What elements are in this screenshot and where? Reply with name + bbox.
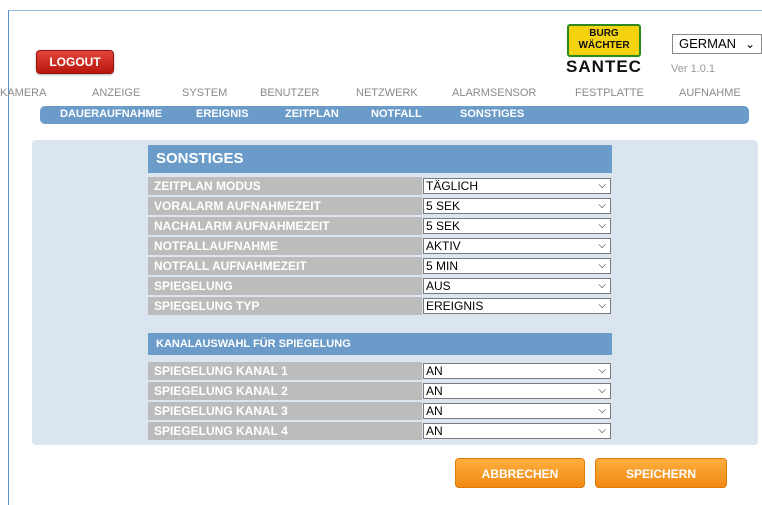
select-value: 5 SEK xyxy=(426,219,461,233)
kanal-1-select[interactable]: AN ⌵ xyxy=(423,363,611,379)
setting-row: SPIEGELUNG KANAL 1 AN ⌵ xyxy=(148,362,612,380)
chevron-down-icon: ⌵ xyxy=(598,365,606,376)
logo-top-text: BURG xyxy=(589,28,619,39)
section-title-kanalauswahl: KANALAUSWAHL FÜR SPIEGELUNG xyxy=(148,333,612,355)
setting-row: ZEITPLAN MODUS TÄGLICH ⌵ xyxy=(148,177,612,195)
nav-item-benutzer[interactable]: BENUTZER xyxy=(260,87,319,99)
setting-row: VORALARM AUFNAHMEZEIT 5 SEK ⌵ xyxy=(148,197,612,215)
kanal-2-select[interactable]: AN ⌵ xyxy=(423,383,611,399)
save-button[interactable]: SPEICHERN xyxy=(595,458,727,488)
setting-label: SPIEGELUNG KANAL 1 xyxy=(148,362,422,380)
select-value: AN xyxy=(426,404,443,418)
setting-label: SPIEGELUNG KANAL 2 xyxy=(148,382,422,400)
logo-middle-text: WÄCHTER xyxy=(578,40,630,51)
subnav-item-zeitplan[interactable]: ZEITPLAN xyxy=(285,108,339,120)
logo-badge: BURG WÄCHTER xyxy=(567,24,641,57)
setting-label: NOTFALLAUFNAHME xyxy=(148,237,422,255)
notfall-aufnahmezeit-select[interactable]: 5 MIN ⌵ xyxy=(423,258,611,274)
logo-bottom-text: SANTEC xyxy=(566,57,642,76)
setting-row: NOTFALL AUFNAHMEZEIT 5 MIN ⌵ xyxy=(148,257,612,275)
select-value: AN xyxy=(426,364,443,378)
setting-label: NACHALARM AUFNAHMEZEIT xyxy=(148,217,422,235)
section-title-sonstiges: SONSTIGES xyxy=(148,145,612,173)
nav-item-festplatte[interactable]: FESTPLATTE xyxy=(575,87,644,99)
sub-nav: DAUERAUFNAHME EREIGNIS ZEITPLAN NOTFALL … xyxy=(40,106,749,124)
nav-item-alarmsensor[interactable]: ALARMSENSOR xyxy=(452,87,536,99)
version-label: Ver 1.0.1 xyxy=(671,63,716,75)
setting-row: SPIEGELUNG TYP EREIGNIS ⌵ xyxy=(148,297,612,315)
chevron-down-icon: ⌵ xyxy=(598,240,606,251)
setting-label: SPIEGELUNG KANAL 4 xyxy=(148,422,422,440)
setting-label: SPIEGELUNG TYP xyxy=(148,297,422,315)
chevron-down-icon: ⌵ xyxy=(598,200,606,211)
setting-row: NACHALARM AUFNAHMEZEIT 5 SEK ⌵ xyxy=(148,217,612,235)
nav-item-netzwerk[interactable]: NETZWERK xyxy=(356,87,418,99)
setting-label: NOTFALL AUFNAHMEZEIT xyxy=(148,257,422,275)
select-value: AN xyxy=(426,384,443,398)
chevron-down-icon: ⌵ xyxy=(598,385,606,396)
kanal-3-select[interactable]: AN ⌵ xyxy=(423,403,611,419)
setting-row: SPIEGELUNG KANAL 4 AN ⌵ xyxy=(148,422,612,440)
cancel-button[interactable]: ABBRECHEN xyxy=(455,458,585,488)
setting-label: ZEITPLAN MODUS xyxy=(148,177,422,195)
chevron-down-icon: ⌵ xyxy=(598,405,606,416)
chevron-down-icon: ⌵ xyxy=(598,425,606,436)
frame-border-left xyxy=(8,10,9,505)
nachalarm-select[interactable]: 5 SEK ⌵ xyxy=(423,218,611,234)
subnav-item-daueraufnahme[interactable]: DAUERAUFNAHME xyxy=(60,108,162,120)
setting-label: SPIEGELUNG xyxy=(148,277,422,295)
spiegelung-typ-select[interactable]: EREIGNIS ⌵ xyxy=(423,298,611,314)
subnav-item-ereignis[interactable]: EREIGNIS xyxy=(196,108,249,120)
select-value: 5 MIN xyxy=(426,259,459,273)
zeitplan-modus-select[interactable]: TÄGLICH ⌵ xyxy=(423,178,611,194)
kanal-4-select[interactable]: AN ⌵ xyxy=(423,423,611,439)
language-select[interactable]: GERMAN ⌄ xyxy=(672,34,762,54)
select-value: TÄGLICH xyxy=(426,179,479,193)
select-value: AN xyxy=(426,424,443,438)
voralarm-select[interactable]: 5 SEK ⌵ xyxy=(423,198,611,214)
main-nav: KAMERA ANZEIGE SYSTEM BENUTZER NETZWERK … xyxy=(0,87,762,101)
nav-item-system[interactable]: SYSTEM xyxy=(182,87,227,99)
language-value: GERMAN xyxy=(679,36,737,51)
logout-button[interactable]: LOGOUT xyxy=(36,50,114,74)
select-value: 5 SEK xyxy=(426,199,461,213)
notfallaufnahme-select[interactable]: AKTIV ⌵ xyxy=(423,238,611,254)
setting-row: SPIEGELUNG AUS ⌵ xyxy=(148,277,612,295)
nav-item-aufnahme[interactable]: AUFNAHME xyxy=(679,87,741,99)
chevron-down-icon: ⌄ xyxy=(744,37,755,51)
chevron-down-icon: ⌵ xyxy=(598,280,606,291)
setting-row: NOTFALLAUFNAHME AKTIV ⌵ xyxy=(148,237,612,255)
frame-border-top xyxy=(8,10,762,11)
chevron-down-icon: ⌵ xyxy=(598,220,606,231)
setting-label: SPIEGELUNG KANAL 3 xyxy=(148,402,422,420)
subnav-item-sonstiges[interactable]: SONSTIGES xyxy=(460,108,524,120)
brand-logo: BURG WÄCHTER SANTEC xyxy=(566,24,642,84)
nav-item-kamera[interactable]: KAMERA xyxy=(0,87,46,99)
setting-row: SPIEGELUNG KANAL 2 AN ⌵ xyxy=(148,382,612,400)
setting-label: VORALARM AUFNAHMEZEIT xyxy=(148,197,422,215)
chevron-down-icon: ⌵ xyxy=(598,260,606,271)
subnav-item-notfall[interactable]: NOTFALL xyxy=(371,108,422,120)
nav-item-anzeige[interactable]: ANZEIGE xyxy=(92,87,140,99)
select-value: EREIGNIS xyxy=(426,299,484,313)
chevron-down-icon: ⌵ xyxy=(598,180,606,191)
select-value: AKTIV xyxy=(426,239,461,253)
setting-row: SPIEGELUNG KANAL 3 AN ⌵ xyxy=(148,402,612,420)
chevron-down-icon: ⌵ xyxy=(598,300,606,311)
select-value: AUS xyxy=(426,279,451,293)
spiegelung-select[interactable]: AUS ⌵ xyxy=(423,278,611,294)
